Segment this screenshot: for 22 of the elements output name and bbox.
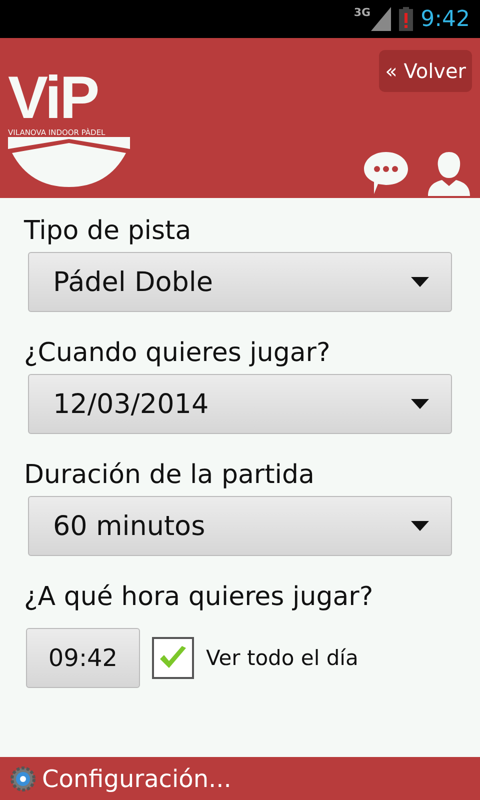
logo-letters: ViP bbox=[8, 68, 98, 128]
time-button[interactable]: 09:42 bbox=[26, 628, 140, 688]
dropdown[interactable]: 12/03/2014 bbox=[28, 374, 452, 434]
field-label: Tipo de pista bbox=[24, 216, 192, 246]
settings-icon[interactable] bbox=[10, 766, 36, 792]
caret-icon bbox=[411, 399, 429, 409]
dropdown[interactable]: 60 minutos bbox=[28, 496, 452, 556]
checkbox[interactable] bbox=[152, 637, 194, 679]
signal-icon bbox=[370, 7, 391, 31]
network-label: 3G bbox=[354, 6, 371, 19]
field-label: Duración de la partida bbox=[24, 460, 316, 490]
chat-icon[interactable] bbox=[362, 150, 410, 196]
caret-icon bbox=[411, 277, 429, 287]
checkbox-label: Ver todo el día bbox=[206, 646, 358, 670]
back-button[interactable]: « Volver bbox=[379, 50, 472, 92]
user-icon[interactable] bbox=[426, 150, 472, 196]
caret-icon bbox=[411, 521, 429, 531]
field-label: ¿A qué hora quieres jugar? bbox=[24, 582, 374, 612]
battery-icon bbox=[398, 7, 413, 31]
field-label: ¿Cuando quieres jugar? bbox=[24, 338, 332, 368]
dropdown[interactable]: Pádel Doble bbox=[28, 252, 452, 312]
clock: 9:42 bbox=[420, 6, 470, 32]
